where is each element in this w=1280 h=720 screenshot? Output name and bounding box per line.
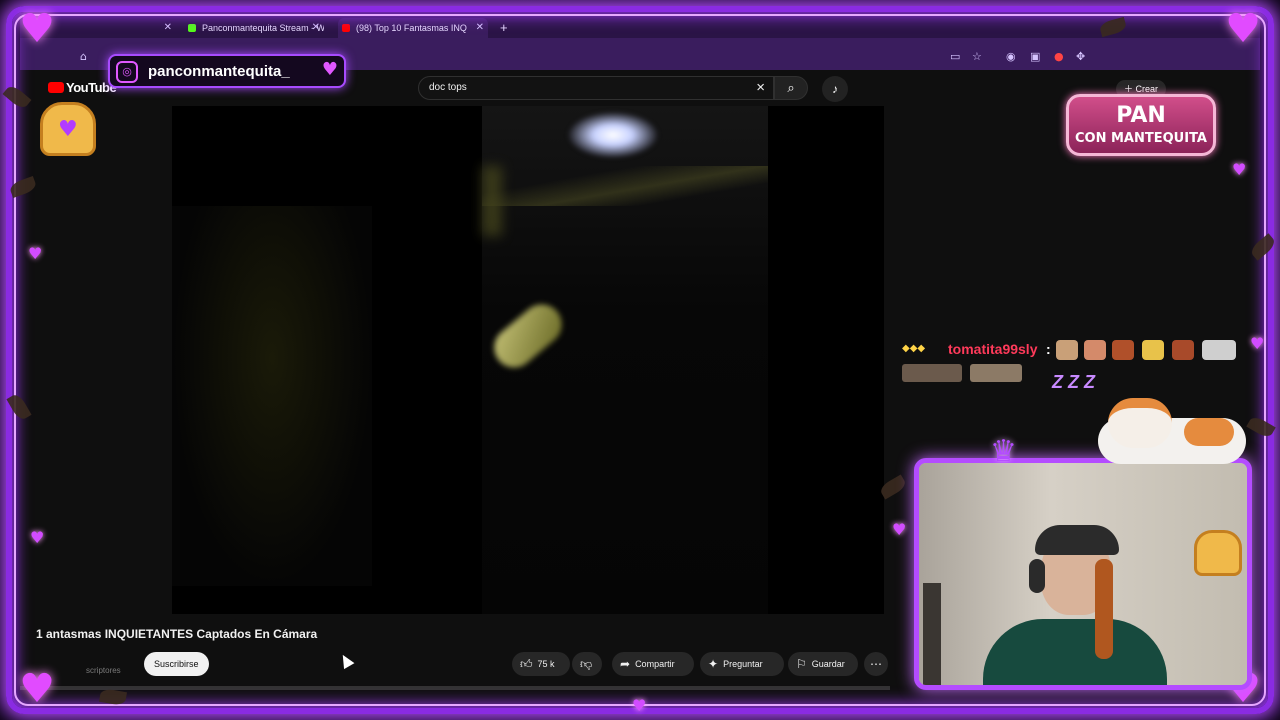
like-button[interactable]: 👍︎ 75 k [512,652,570,676]
emote-icon [1142,340,1164,360]
plus-icon: ＋ [1124,84,1134,94]
heart-icon: ♥ [632,696,647,715]
youtube-logo[interactable]: YouTube [48,80,117,95]
close-icon[interactable]: ✕ [312,18,320,38]
tab-youtube[interactable]: (98) Top 10 Fantasmas INQ ✕ [338,18,488,38]
streamer-hair [1095,559,1113,659]
share-icon: ➦ [620,657,631,671]
cat-head [1108,398,1172,448]
video-shadow [172,206,372,586]
tab-kick-label: Panconmantequita Stream - W [202,23,324,33]
new-tab-button[interactable]: + [496,18,512,38]
chat-separator: : [1046,341,1051,357]
heart-icon: ♥ [28,244,43,263]
puzzle-icon[interactable]: ✥ [1076,50,1085,63]
search-input[interactable]: doc tops × [418,76,774,100]
heart-icon: ♥ [19,666,55,712]
search-icon: ⌕ [787,80,795,95]
like-icon: 👍︎ [520,657,533,671]
instagram-handle: panconmantequita_ [148,63,290,80]
youtube-play-icon [48,82,64,93]
horizontal-scrollbar[interactable] [20,686,890,690]
instagram-icon: ◎ [116,61,138,83]
like-count: 75 k [537,659,555,669]
extension-icon[interactable]: ● [1054,50,1064,63]
share-label: Compartir [635,659,675,669]
heart-icon: ♥ [1225,6,1261,52]
subscribe-button[interactable]: Suscribirse [144,652,209,676]
home-icon[interactable]: ⌂ [80,50,87,63]
tab-youtube-label: (98) Top 10 Fantasmas INQ [356,23,467,33]
heart-icon: ♥ [58,117,78,142]
close-icon[interactable]: ✕ [164,18,172,38]
close-icon[interactable]: × [756,79,765,96]
sleep-zzz: Z Z Z [1052,372,1095,392]
emote-icon [970,364,1022,382]
kick-favicon-icon [188,24,196,32]
emote-icon [1112,340,1134,360]
heart-icon: ♥ [892,520,907,539]
toast-heart-icon: ♥ [40,102,96,156]
star-icon[interactable]: ☆ [972,50,982,63]
heart-icon: ♥ [1232,160,1247,179]
crown-icon: ♛ [990,434,1017,469]
create-label: Crear [1135,84,1159,94]
video-yellow-object [486,296,570,376]
dislike-button[interactable]: 👎︎ [572,652,602,676]
instagram-badge: ◎ panconmantequita_ ♥ [108,54,346,88]
more-button[interactable]: ⋯ [864,652,888,676]
emote-icon [1084,340,1106,360]
tab-empty[interactable]: ✕ [140,18,176,38]
heart-icon: ♥ [321,59,338,80]
emote-icon [902,364,962,382]
share-button[interactable]: ➦ Compartir [612,652,694,676]
save-button[interactable]: ⚐ Guardar [788,652,858,676]
search-value: doc tops [429,82,467,93]
chat-username: tomatita99sly [948,341,1038,357]
video-title: 1 antasmas INQUIETANTES Captados En Cáma… [36,627,318,641]
extension-icon[interactable]: ◉ [1006,50,1016,63]
ask-label: Preguntar [723,659,763,669]
toast-mascot-icon [1194,530,1242,576]
brand-logo: PAN CON MANTEQUITA [1066,94,1216,156]
streamer [975,523,1167,685]
stream-frame: ✕ Panconmantequita Stream - W ✕ (98) Top… [0,0,1280,720]
mic-button[interactable]: ♪ [822,76,848,102]
heart-icon: ♥ [19,6,55,52]
close-icon[interactable]: ✕ [476,18,484,38]
chat-badges-icon: ◆◆◆ [902,343,926,354]
tab-kick[interactable]: Panconmantequita Stream - W ✕ [184,18,324,38]
video-frame [482,106,768,614]
cat-patch [1184,418,1234,446]
ask-button[interactable]: ✦ Preguntar [700,652,784,676]
youtube-favicon-icon [342,24,350,32]
emote-icon [1172,340,1194,360]
browser-tabbar: ✕ Panconmantequita Stream - W ✕ (98) Top… [20,16,1260,38]
save-label: Guardar [811,659,845,669]
sparkle-icon: ✦ [708,657,719,671]
dislike-icon: 👎︎ [580,657,593,671]
brand-line2: CON MANTEQUITA [1075,131,1207,146]
bookmark-icon: ⚐ [796,657,807,671]
cast-icon[interactable]: ▭ [950,50,960,63]
mic-icon: ♪ [832,82,838,96]
webcam-door [923,583,941,685]
streamer-hoodie [983,619,1167,685]
heart-icon: ♥ [1250,334,1265,353]
video-player[interactable] [172,106,884,614]
video-streak [482,166,768,206]
video-glow [482,166,502,236]
extension-icon[interactable]: ▣ [1030,50,1040,63]
brand-line1: PAN [1116,103,1166,128]
emote-icon [1056,340,1078,360]
streamer-bandana [1035,525,1119,555]
emote-icon [1202,340,1236,360]
more-icon: ⋯ [870,657,882,671]
heart-icon: ♥ [30,528,45,547]
headset-icon [1029,559,1045,593]
sleeping-cat [1098,392,1248,464]
search-button[interactable]: ⌕ [774,76,808,100]
video-light [568,112,658,158]
subscriber-count: scriptores [86,666,121,675]
